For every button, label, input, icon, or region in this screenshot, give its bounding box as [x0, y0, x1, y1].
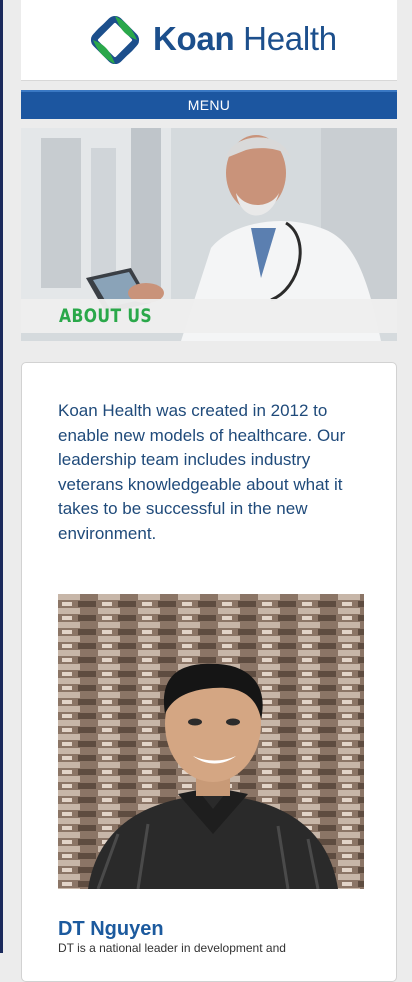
brand-name-bold: Koan — [153, 20, 235, 57]
about-us-heading: ABOUT US — [59, 305, 153, 327]
site-header: Koan Health — [21, 0, 397, 81]
portrait-image — [58, 594, 364, 889]
person-name: DT Nguyen — [58, 918, 164, 940]
dt-nguyen-portrait — [58, 594, 364, 889]
about-intro-text: Koan Health was created in 2012 to enabl… — [58, 401, 346, 543]
brand-name-light: Health — [234, 20, 337, 57]
page-left-border — [0, 0, 3, 953]
about-card: Koan Health was created in 2012 to enabl… — [21, 362, 397, 982]
hero-banner: ABOUT US — [21, 128, 397, 341]
koan-logo-mark-icon — [90, 15, 140, 65]
brand-name: Koan Health — [153, 20, 337, 58]
hero-caption-bar: ABOUT US — [21, 299, 397, 333]
menu-button[interactable]: MENU — [21, 90, 397, 119]
person-bio: DT is a national leader in development a… — [58, 941, 286, 955]
koan-health-logo[interactable]: Koan Health — [87, 12, 337, 68]
